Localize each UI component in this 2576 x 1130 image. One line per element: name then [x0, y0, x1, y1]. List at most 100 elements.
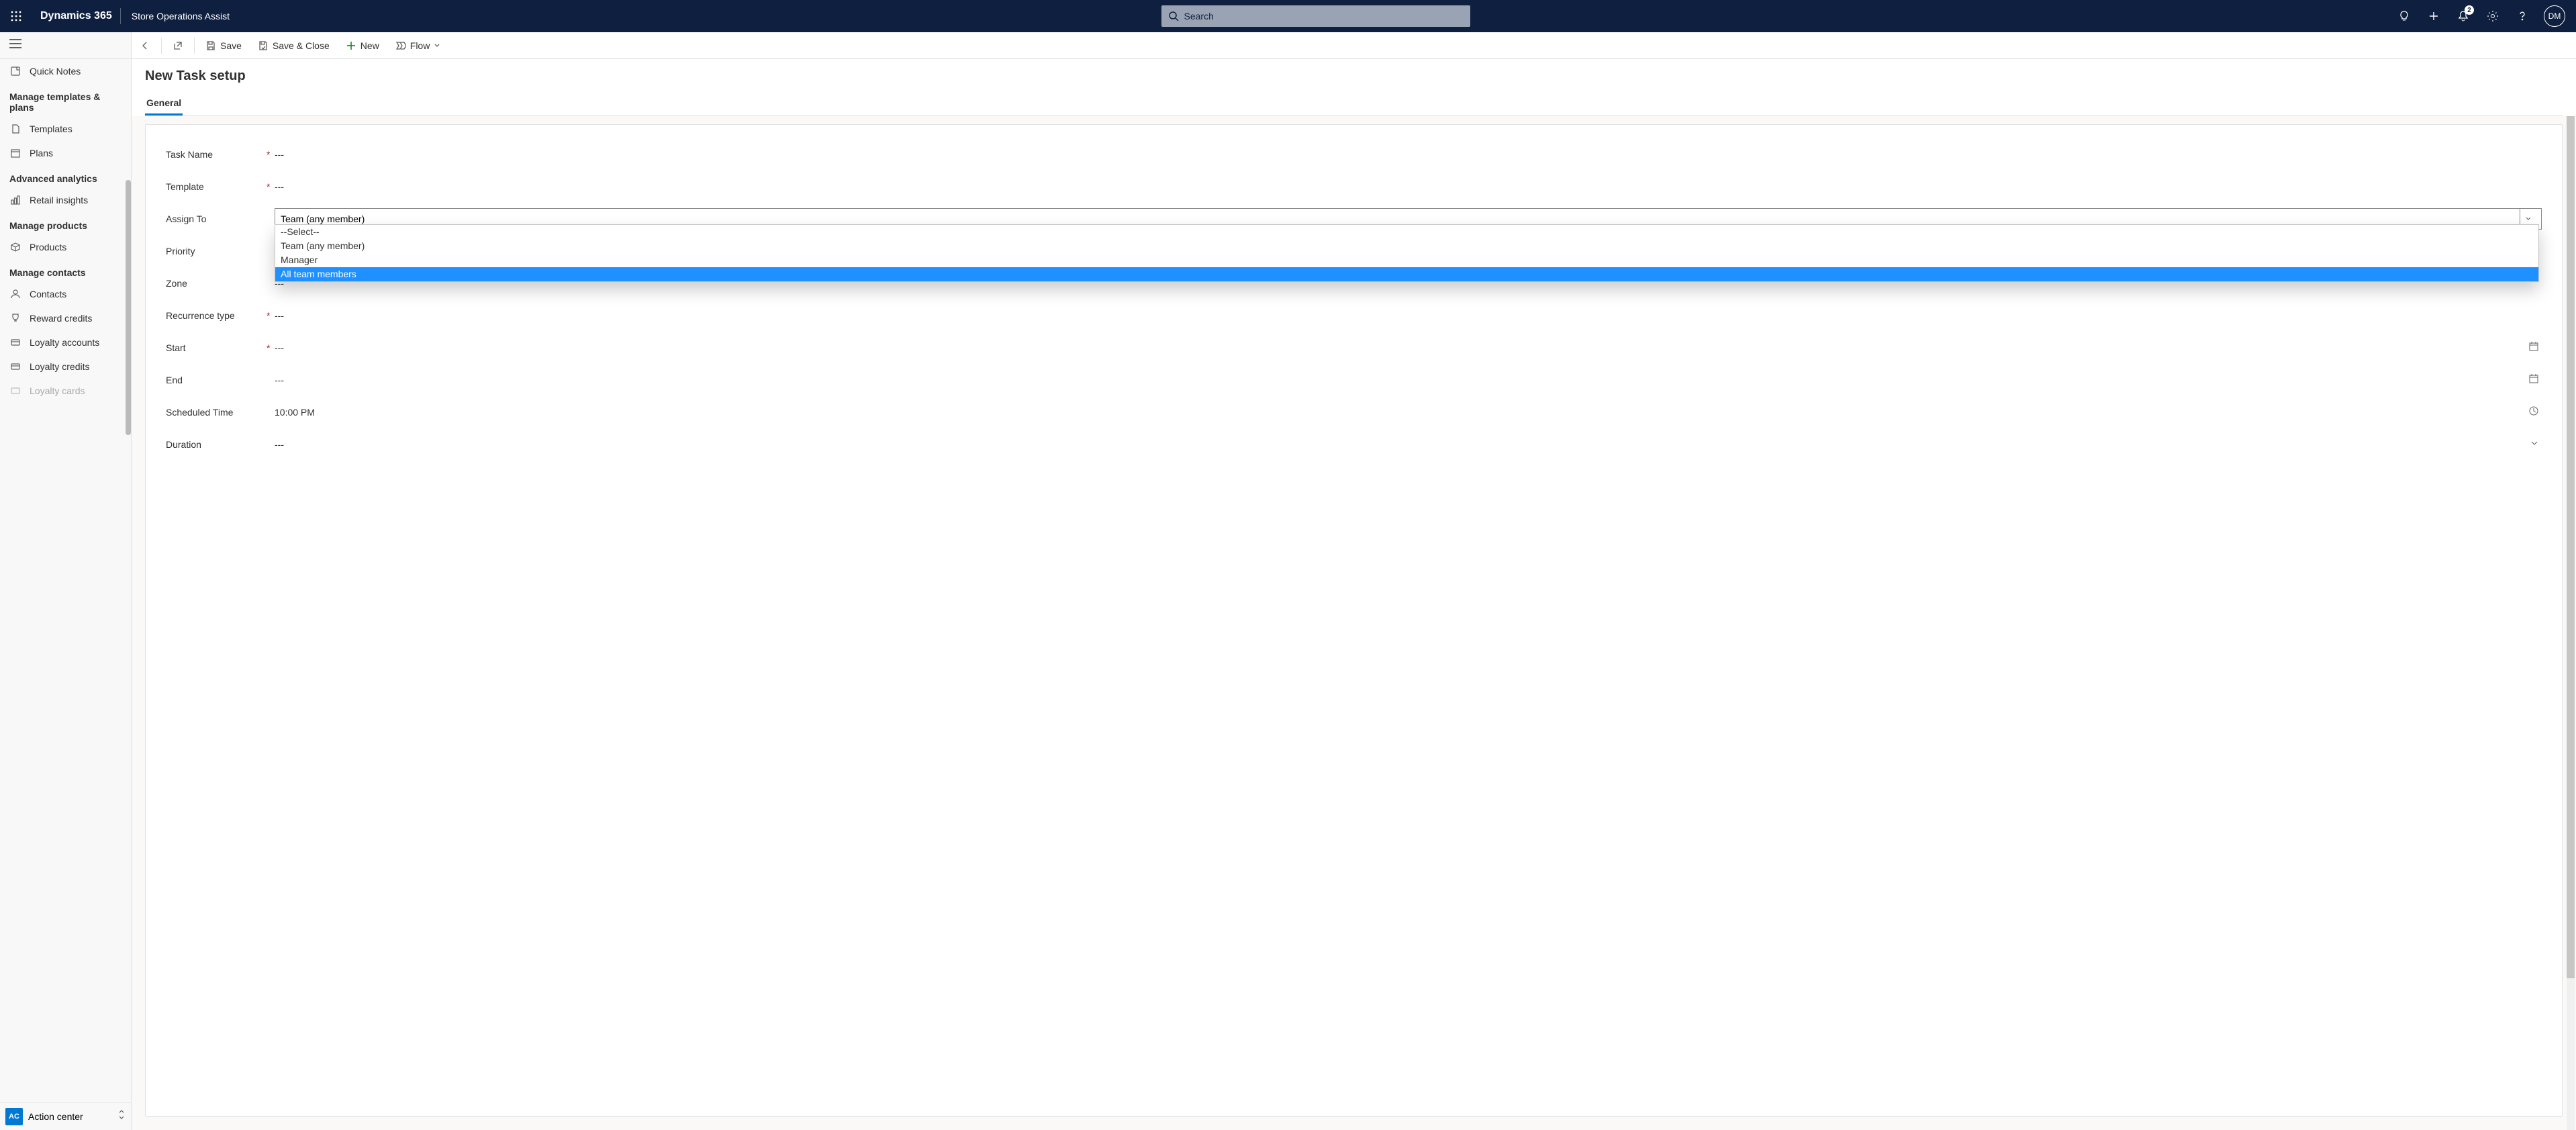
- notifications-icon[interactable]: 2: [2450, 0, 2477, 32]
- insights-icon: [9, 195, 21, 205]
- notification-badge: 2: [2465, 5, 2474, 15]
- label-zone: Zone: [166, 278, 267, 289]
- updown-icon[interactable]: [117, 1109, 126, 1123]
- person-icon: [9, 289, 21, 299]
- option-manager[interactable]: Manager: [275, 253, 2538, 267]
- nav-label: Contacts: [30, 289, 66, 299]
- nav-reward-credits[interactable]: Reward credits: [0, 306, 131, 330]
- brand-label[interactable]: Dynamics 365: [32, 10, 120, 22]
- chevron-down-icon[interactable]: [2530, 438, 2542, 451]
- app-name-label[interactable]: Store Operations Assist: [121, 11, 240, 21]
- calendar-icon[interactable]: [2528, 373, 2542, 387]
- assign-to-selected: Team (any member): [281, 214, 2520, 224]
- save-close-icon: [258, 40, 269, 51]
- search-box[interactable]: [1161, 5, 1470, 27]
- label-recurrence: Recurrence type: [166, 310, 267, 321]
- new-button[interactable]: New: [338, 32, 387, 58]
- value-duration[interactable]: ---: [275, 436, 2530, 453]
- value-template[interactable]: ---: [275, 179, 2542, 195]
- nav-group-templates: Manage templates & plans: [0, 83, 131, 117]
- row-task-name[interactable]: Task Name * ---: [166, 138, 2542, 171]
- search-input[interactable]: [1184, 11, 1464, 21]
- help-icon[interactable]: [2509, 0, 2536, 32]
- nav-retail-insights[interactable]: Retail insights: [0, 188, 131, 212]
- app-launcher-icon[interactable]: [0, 11, 32, 21]
- lightbulb-icon[interactable]: [2391, 0, 2418, 32]
- sidebar-footer[interactable]: AC Action center: [0, 1102, 131, 1130]
- card-icon: [9, 361, 21, 372]
- nav-group-contacts: Manage contacts: [0, 259, 131, 282]
- option-all-members[interactable]: All team members: [275, 267, 2538, 281]
- page-title: New Task setup: [145, 68, 2563, 84]
- nav-label: Retail insights: [30, 195, 88, 205]
- nav-label: Quick Notes: [30, 66, 81, 77]
- form-card: Task Name * --- Template * --- Assign To…: [145, 124, 2563, 1117]
- row-start[interactable]: Start * ---: [166, 332, 2542, 364]
- label-assign-to: Assign To: [166, 214, 267, 224]
- nav-label: Loyalty credits: [30, 361, 89, 372]
- calendar-icon[interactable]: [2528, 341, 2542, 355]
- hamburger-icon[interactable]: [9, 39, 21, 52]
- template-icon: [9, 124, 21, 134]
- nav-contacts[interactable]: Contacts: [0, 282, 131, 306]
- note-icon: [9, 66, 21, 77]
- value-recurrence[interactable]: ---: [275, 308, 2542, 324]
- nav-loyalty-accounts[interactable]: Loyalty accounts: [0, 330, 131, 355]
- row-duration[interactable]: Duration ---: [166, 428, 2542, 461]
- clock-icon[interactable]: [2528, 406, 2542, 420]
- main-content: Save Save & Close New Flow New Task setu…: [132, 32, 2576, 1130]
- command-bar: Save Save & Close New Flow: [132, 32, 2576, 59]
- nav-templates[interactable]: Templates: [0, 117, 131, 141]
- action-center-label: Action center: [28, 1111, 112, 1122]
- nav-products[interactable]: Products: [0, 235, 131, 259]
- nav-loyalty-cards[interactable]: Loyalty cards: [0, 379, 131, 403]
- nav-label: Templates: [30, 124, 73, 134]
- row-end[interactable]: End ---: [166, 364, 2542, 396]
- back-button[interactable]: [132, 32, 158, 58]
- plus-icon: [346, 40, 356, 51]
- box-icon: [9, 242, 21, 252]
- required-marker: *: [267, 149, 275, 160]
- label-priority: Priority: [166, 246, 267, 256]
- add-icon[interactable]: [2420, 0, 2447, 32]
- search-icon: [1168, 11, 1179, 21]
- label-duration: Duration: [166, 439, 267, 450]
- flow-button[interactable]: Flow: [387, 32, 449, 58]
- assign-to-dropdown: --Select-- Team (any member) Manager All…: [275, 224, 2539, 282]
- nav-group-analytics: Advanced analytics: [0, 165, 131, 188]
- value-start[interactable]: ---: [275, 340, 2528, 356]
- nav-quick-notes[interactable]: Quick Notes: [0, 59, 131, 83]
- settings-icon[interactable]: [2479, 0, 2506, 32]
- label-start: Start: [166, 342, 267, 353]
- sidebar-scrollbar[interactable]: [126, 180, 131, 435]
- main-scrollbar-thumb[interactable]: [2567, 116, 2575, 978]
- option-team-any[interactable]: Team (any member): [275, 239, 2538, 253]
- nav-label: Loyalty cards: [30, 385, 85, 396]
- tab-general[interactable]: General: [145, 92, 183, 115]
- nav-loyalty-credits[interactable]: Loyalty credits: [0, 355, 131, 379]
- user-avatar[interactable]: DM: [2544, 5, 2565, 27]
- nav-label: Plans: [30, 148, 53, 158]
- trophy-icon: [9, 313, 21, 324]
- value-end[interactable]: ---: [275, 372, 2528, 388]
- nav-label: Loyalty accounts: [30, 337, 99, 348]
- row-template[interactable]: Template * ---: [166, 171, 2542, 203]
- nav-label: Reward credits: [30, 313, 92, 324]
- flow-icon: [395, 40, 406, 51]
- option-select[interactable]: --Select--: [275, 225, 2538, 239]
- save-close-button[interactable]: Save & Close: [250, 32, 338, 58]
- save-button[interactable]: Save: [197, 32, 250, 58]
- chevron-down-icon: [434, 42, 440, 49]
- row-assign-to: Assign To Team (any member) --Select-- T…: [166, 203, 2542, 235]
- label-end: End: [166, 375, 267, 385]
- main-scrollbar-track[interactable]: [2567, 116, 2575, 1130]
- value-scheduled-time[interactable]: 10:00 PM: [275, 404, 2528, 420]
- value-task-name[interactable]: ---: [275, 146, 2542, 162]
- top-bar: Dynamics 365 Store Operations Assist 2 D…: [0, 0, 2576, 32]
- popout-button[interactable]: [164, 32, 191, 58]
- row-recurrence[interactable]: Recurrence type * ---: [166, 299, 2542, 332]
- label-task-name: Task Name: [166, 149, 267, 160]
- row-scheduled-time[interactable]: Scheduled Time 10:00 PM: [166, 396, 2542, 428]
- action-center-badge: AC: [5, 1108, 23, 1125]
- nav-plans[interactable]: Plans: [0, 141, 131, 165]
